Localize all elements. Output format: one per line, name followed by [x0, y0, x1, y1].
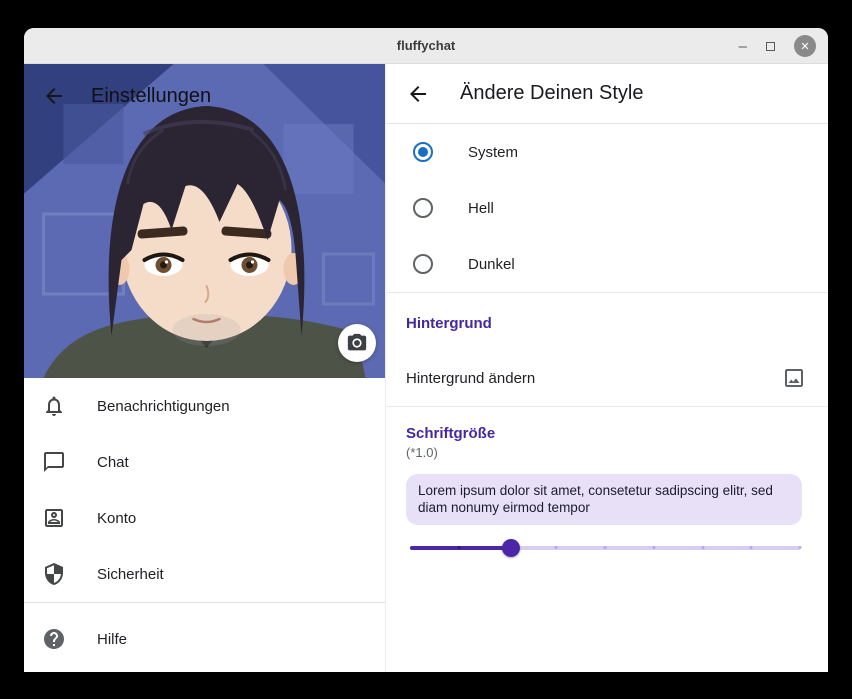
- shield-icon: [42, 562, 66, 586]
- sidebar-item-label: Sicherheit: [97, 566, 164, 583]
- style-content: System Hell Dunkel Hintergrund Hintergru…: [386, 124, 828, 672]
- sidebar-item-help[interactable]: Hilfe: [24, 611, 385, 667]
- camera-icon: [346, 332, 368, 354]
- sidebar-item-chat[interactable]: Chat: [24, 434, 385, 490]
- sidebar-item-label: Benachrichtigungen: [97, 398, 230, 415]
- account-box-icon: [42, 506, 66, 530]
- change-background-label: Hintergrund ändern: [406, 370, 535, 387]
- theme-option-light[interactable]: Hell: [386, 180, 828, 236]
- page-title: Einstellungen: [91, 85, 211, 108]
- help-icon: [42, 627, 66, 651]
- settings-sidebar: Einstellungen Benachrichtigungen: [24, 64, 386, 672]
- minimize-button[interactable]: –: [739, 39, 747, 54]
- slider-tick: [750, 546, 753, 549]
- chat-bubble-icon: [42, 450, 66, 474]
- avatar-image: [24, 64, 385, 378]
- sidebar-item-notifications[interactable]: Benachrichtigungen: [24, 378, 385, 434]
- settings-header: Einstellungen: [42, 84, 211, 108]
- slider-tick: [701, 546, 704, 549]
- sidebar-divider: [24, 602, 385, 603]
- close-button[interactable]: ✕: [794, 35, 816, 57]
- font-size-heading: Schriftgröße: [406, 425, 808, 442]
- bell-icon: [42, 394, 66, 418]
- slider-handle[interactable]: [502, 539, 520, 557]
- settings-menu: Benachrichtigungen Chat Konto: [24, 378, 385, 602]
- theme-option-system[interactable]: System: [386, 124, 828, 180]
- theme-option-dark[interactable]: Dunkel: [386, 236, 828, 292]
- theme-option-label: Hell: [468, 200, 494, 217]
- theme-option-label: Dunkel: [468, 256, 515, 273]
- slider-fill: [410, 546, 511, 550]
- change-background-row[interactable]: Hintergrund ändern: [386, 350, 828, 406]
- theme-radio[interactable]: [413, 254, 433, 274]
- sidebar-item-security[interactable]: Sicherheit: [24, 546, 385, 602]
- back-icon[interactable]: [406, 82, 430, 106]
- sidebar-item-label: Hilfe: [97, 631, 127, 648]
- font-size-preview: Lorem ipsum dolor sit amet, consetetur s…: [406, 474, 802, 525]
- change-avatar-button[interactable]: [338, 324, 376, 362]
- slider-tick: [457, 546, 460, 549]
- style-page: Ändere Deinen Style System Hell Dunkel: [386, 64, 828, 672]
- maximize-button[interactable]: [766, 42, 775, 51]
- sidebar-item-account[interactable]: Konto: [24, 490, 385, 546]
- fluffychat-window: fluffychat – ✕: [24, 28, 828, 672]
- theme-radio[interactable]: [413, 142, 433, 162]
- font-size-section: Schriftgröße (*1.0) Lorem ipsum dolor si…: [386, 407, 828, 559]
- slider-tick: [799, 546, 802, 549]
- image-icon: [782, 366, 806, 390]
- background-section-heading: Hintergrund: [386, 293, 828, 332]
- profile-avatar: Einstellungen: [24, 64, 385, 378]
- theme-option-label: System: [468, 144, 518, 161]
- window-controls: – ✕: [739, 28, 816, 64]
- sidebar-item-label: Chat: [97, 454, 129, 471]
- slider-tick: [652, 546, 655, 549]
- slider-tick: [555, 546, 558, 549]
- slider-tick: [604, 546, 607, 549]
- theme-radio[interactable]: [413, 198, 433, 218]
- window-title: fluffychat: [397, 38, 456, 53]
- style-page-title: Ändere Deinen Style: [460, 82, 643, 105]
- titlebar[interactable]: fluffychat – ✕: [24, 28, 828, 64]
- font-size-scale: (*1.0): [406, 445, 808, 460]
- back-icon[interactable]: [42, 84, 66, 108]
- font-size-slider[interactable]: [410, 537, 800, 559]
- sidebar-item-label: Konto: [97, 510, 136, 527]
- style-header: Ändere Deinen Style: [386, 64, 828, 124]
